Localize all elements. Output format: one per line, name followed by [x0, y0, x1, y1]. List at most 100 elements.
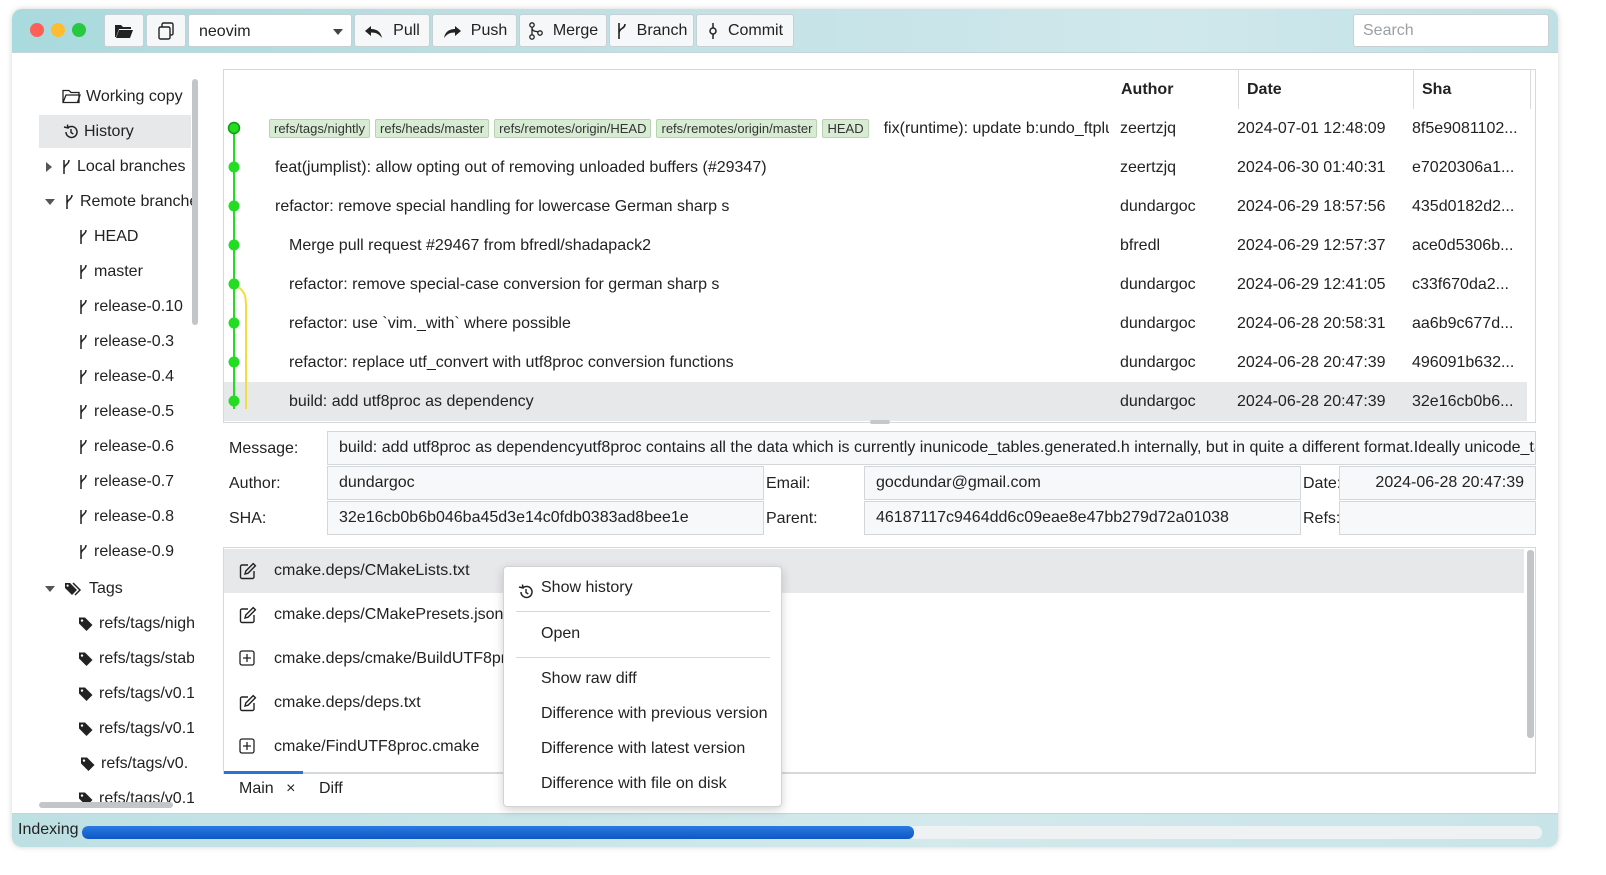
indexing-progress-bar	[82, 826, 1542, 839]
merge-button[interactable]: Merge	[519, 14, 607, 47]
changed-file-row[interactable]: cmake/FindUTF8proc.cmake	[224, 725, 1524, 769]
menu-item-label: Show history	[541, 579, 633, 596]
column-header-date[interactable]: Date	[1239, 70, 1414, 109]
open-repository-button[interactable]	[104, 14, 144, 47]
menu-item-diff-previous-version[interactable]: Difference with previous version	[504, 698, 781, 730]
branch-button[interactable]: Branch	[609, 14, 694, 47]
parent-field[interactable]: 46187117c9464dd6c09eae8e47bb279d72a01038	[864, 501, 1301, 535]
search-input[interactable]	[1353, 14, 1549, 47]
email-field[interactable]: gocdundar@gmail.com	[864, 466, 1301, 500]
branch-icon	[78, 404, 89, 420]
sidebar-item-label: release-0.7	[94, 472, 175, 490]
changed-file-row[interactable]: cmake.deps/CMakeLists.txt	[224, 549, 1524, 593]
menu-item-show-raw-diff[interactable]: Show raw diff	[504, 663, 781, 695]
new-window-button[interactable]	[146, 14, 186, 47]
sidebar-item-tag[interactable]: refs/tags/stable	[78, 642, 194, 675]
message-field[interactable]: build: add utf8proc as dependencyutf8pro…	[327, 431, 1536, 465]
commit-row[interactable]: refs/tags/nightly refs/heads/master refs/r…	[224, 109, 1527, 148]
sidebar-item-tag[interactable]: refs/tags/v0.1	[78, 677, 194, 710]
commit-author: dundargoc	[1120, 276, 1196, 293]
changed-file-row[interactable]: cmake.deps/deps.txt	[224, 681, 1524, 725]
close-tab-icon[interactable]: ×	[286, 780, 295, 797]
commit-row[interactable]: refactor: replace utf_convert with utf8p…	[224, 343, 1527, 382]
commit-date: 2024-07-01 12:48:09	[1237, 120, 1386, 137]
changed-file-row[interactable]: cmake.deps/CMakePresets.json	[224, 593, 1524, 637]
menu-item-diff-latest-version[interactable]: Difference with latest version	[504, 733, 781, 765]
chevron-down-icon[interactable]	[45, 198, 55, 205]
commit-author: dundargoc	[1120, 393, 1196, 410]
column-header-sha[interactable]: Sha	[1414, 70, 1531, 109]
chevron-right-icon[interactable]	[46, 161, 52, 172]
sidebar-item-remote-branch[interactable]: release-0.9	[78, 535, 193, 568]
commit-row[interactable]: build: add utf8proc as dependency dundarg…	[224, 382, 1527, 421]
commit-sha: 8f5e9081102...	[1412, 120, 1518, 137]
splitter-handle[interactable]	[870, 420, 890, 424]
commit-message: Merge pull request #29467 from bfredl/sh…	[289, 237, 651, 254]
author-field[interactable]: dundargoc	[327, 466, 764, 500]
ref-badge: HEAD	[822, 119, 869, 139]
commit-date: 2024-06-29 18:57:56	[1237, 198, 1386, 215]
commit-node	[228, 356, 240, 368]
sidebar-item-tag[interactable]: refs/tags/v0.1	[78, 712, 194, 745]
sidebar-item-remote-branch[interactable]: HEAD	[78, 220, 193, 253]
commit-message: refactor: remove special handling for lo…	[275, 198, 730, 215]
sidebar-item-label: HEAD	[94, 227, 139, 245]
menu-item-show-history[interactable]: Show history	[504, 572, 781, 604]
menu-item-diff-file-on-disk[interactable]: Difference with file on disk	[504, 768, 781, 800]
tag-icon	[78, 616, 94, 632]
column-header-author[interactable]: Author	[1113, 70, 1239, 109]
sidebar-item-tags[interactable]: Tags	[45, 572, 195, 605]
chevron-down-icon[interactable]	[45, 585, 55, 592]
tab-label: Diff	[319, 780, 343, 797]
sidebar-item-remote-branch[interactable]: release-0.10	[78, 290, 193, 323]
date-field[interactable]: 2024-06-28 20:47:39	[1339, 466, 1536, 500]
sidebar-item-remote-branch[interactable]: release-0.3	[78, 325, 193, 358]
column-header-label: Sha	[1422, 80, 1452, 98]
commit-row[interactable]: Merge pull request #29467 from bfredl/sh…	[224, 226, 1527, 265]
commit-row[interactable]: refactor: remove special-case conversion…	[224, 265, 1527, 304]
commit-node	[228, 395, 240, 407]
edit-icon	[239, 694, 257, 717]
column-header-message[interactable]	[224, 70, 1113, 109]
sidebar-item-remote-branch[interactable]: release-0.6	[78, 430, 193, 463]
repository-select[interactable]: neovim	[188, 14, 352, 47]
refs-field[interactable]	[1339, 501, 1536, 535]
commit-date: 2024-06-28 20:58:31	[1237, 315, 1386, 332]
sidebar-item-remote-branches[interactable]: Remote branches	[45, 185, 195, 218]
sidebar-item-remote-branch[interactable]: release-0.8	[78, 500, 193, 533]
edit-icon	[239, 606, 257, 629]
sidebar-vertical-scrollbar[interactable]	[192, 79, 198, 325]
zoom-window-button[interactable]	[72, 23, 86, 37]
commit-sha: ace0d5306b...	[1412, 237, 1514, 254]
sidebar-item-remote-branch[interactable]: master	[78, 255, 193, 288]
tab-main[interactable]: Main ×	[239, 780, 295, 798]
tab-diff[interactable]: Diff	[319, 780, 343, 798]
changed-file-row[interactable]: cmake.deps/cmake/BuildUTF8proc.cmake	[224, 637, 1524, 681]
sha-field[interactable]: 32e16cb0b6b046ba45d3e14c0fdb0383ad8bee1e	[327, 501, 764, 535]
sidebar-item-remote-branch[interactable]: release-0.5	[78, 395, 193, 428]
commit-button[interactable]: Commit	[696, 14, 794, 47]
push-button[interactable]: Push	[432, 14, 517, 47]
minimize-window-button[interactable]	[51, 23, 65, 37]
sidebar-item-tag[interactable]: refs/tags/nightly	[78, 607, 194, 640]
branch-icon	[78, 264, 89, 280]
sidebar-item-remote-branch[interactable]: release-0.7	[78, 465, 193, 498]
commit-row[interactable]: feat(jumplist): allow opting out of remo…	[224, 148, 1527, 187]
edit-icon	[239, 562, 257, 585]
branch-icon	[78, 509, 89, 525]
commit-message-cell: refs/tags/nightly refs/heads/master refs/r…	[269, 109, 1109, 148]
sidebar-item-local-branches[interactable]: Local branches	[46, 150, 196, 183]
menu-item-open[interactable]: Open	[504, 618, 781, 650]
sidebar-item-tag[interactable]: refs/tags/v0.	[80, 747, 196, 780]
file-name: cmake.deps/deps.txt	[274, 694, 421, 711]
sidebar-horizontal-scrollbar[interactable]	[39, 802, 173, 808]
pull-button[interactable]: Pull	[354, 14, 430, 47]
close-window-button[interactable]	[30, 23, 44, 37]
files-vertical-scrollbar[interactable]	[1527, 550, 1534, 738]
commit-row[interactable]: refactor: use `vim._with` where possible…	[224, 304, 1527, 343]
sidebar-item-history[interactable]: History	[39, 115, 191, 148]
sidebar-item-remote-branch[interactable]: release-0.4	[78, 360, 193, 393]
sidebar-item-label: release-0.6	[94, 437, 175, 455]
commit-row[interactable]: refactor: remove special handling for lo…	[224, 187, 1527, 226]
sidebar-item-working-copy[interactable]: Working copy	[62, 80, 202, 113]
